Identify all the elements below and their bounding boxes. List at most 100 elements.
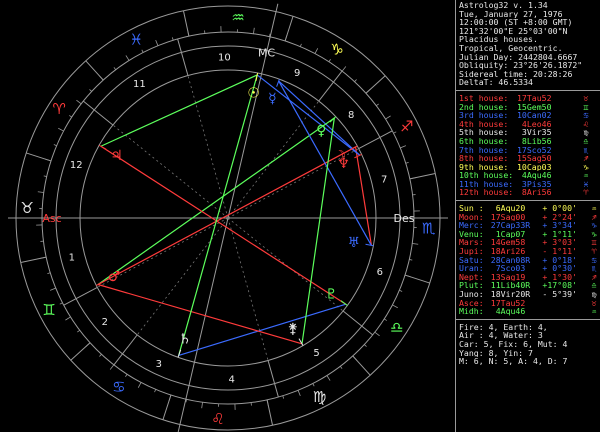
planet-positions-list: Sun : 6Aqu20 + 0°00' ♒ Moon: 17Sag00 + 2°24' ♐… <box>456 203 600 316</box>
house-cusp: 17Sco52 <box>517 145 552 155</box>
planet-row: Uran: 7Sco03 + 0°30' ♏ <box>459 264 600 273</box>
planet-sign-icon: ♒ <box>591 307 597 316</box>
house-cusp: 4Aqu46 <box>517 171 552 180</box>
planet-latitude: - 1°11' <box>542 247 577 256</box>
house-system: Placidus houses. <box>459 35 538 44</box>
degree-tick <box>125 374 128 377</box>
info-panel: Astrolog32 v. 1.34 Tue, January 27, 1976… <box>455 0 600 432</box>
house-number: 2 <box>102 317 108 328</box>
degree-tick <box>339 366 343 369</box>
degree-tick <box>137 382 142 388</box>
house-sign-icon: ♒ <box>583 171 589 180</box>
house-number: 4 <box>228 374 234 385</box>
degree-tick <box>326 375 331 381</box>
degree-tick <box>109 364 115 370</box>
house-number: 12 <box>70 160 83 171</box>
uranus-icon: ♅ <box>347 235 360 251</box>
degree-tick <box>312 383 315 387</box>
house-name: 4th house: <box>459 119 509 129</box>
degree-tick <box>89 89 92 92</box>
zodiac-sign-icon: ♊ <box>42 301 55 319</box>
degree-tick <box>354 79 357 82</box>
zodiac-sign-icon: ♐ <box>400 118 413 136</box>
house-number: 9 <box>294 68 300 79</box>
zodiac-sign-icon: ♋ <box>112 378 125 396</box>
house-name: 3rd house: <box>459 111 509 120</box>
zodiac-sign-icon: ♏ <box>422 219 436 237</box>
neptune-icon: ♆ <box>337 156 350 172</box>
degree-tick <box>341 66 347 72</box>
house-number: 7 <box>381 175 387 186</box>
planet-position: 1Cap07 <box>490 229 526 239</box>
planet-name: Sun : <box>459 204 484 213</box>
house-name: 7th house: <box>459 145 509 155</box>
house-row: 10th house: 4Aqu46 ♒ <box>459 171 600 180</box>
zodiac-sign-icon: ♍ <box>313 388 326 406</box>
zodiac-sign-icon: ♌ <box>211 410 224 428</box>
planet-position: 7Sco03 <box>490 264 526 273</box>
planet-latitude: + 1°30' <box>542 272 577 282</box>
planet-latitude: + 3°34' <box>542 221 577 230</box>
sign-boundary <box>26 152 52 162</box>
house-cusp: 4Leo46 <box>517 119 552 129</box>
planet-position: 17Sag00 <box>490 212 526 222</box>
planet-row: Mars: 14Gem58 + 3°03' ♊ <box>459 238 600 247</box>
degree-tick <box>299 43 302 47</box>
planet-latitude: + 0°18' <box>542 255 577 265</box>
descendant-label: Des <box>394 212 415 225</box>
planet-name: Satu: <box>459 255 484 265</box>
planet-name: Plut: <box>459 281 484 290</box>
ascendant-label: Asc <box>42 212 61 225</box>
planet-position: 18Ari26 <box>490 247 526 256</box>
sign-boundary <box>85 60 104 81</box>
planet-name: Moon: <box>459 212 484 222</box>
planet-position: 14Gem58 <box>490 238 526 248</box>
house-cusp: 17Tau52 <box>517 93 552 103</box>
degree-tick <box>297 390 301 397</box>
summary-elements-1: Fire: 4, Earth: 4, <box>459 322 548 332</box>
zodiac-sign-icon: ♈ <box>52 100 65 118</box>
house-cusp: 8Ari56 <box>517 188 552 198</box>
sun-icon: ☉ <box>247 85 260 101</box>
planet-sign-icon: ♑ <box>591 221 597 230</box>
house-cusp-line <box>358 130 393 150</box>
house-name: 12th house: <box>459 188 514 198</box>
house-number: 5 <box>313 348 319 359</box>
planet-sign-icon: ♐ <box>591 212 597 222</box>
house-cusp-line <box>63 286 98 306</box>
degree-tick <box>47 272 51 275</box>
zodiac-sign-icon: ♒ <box>231 9 244 27</box>
zodiac-sign-icon: ♓ <box>130 30 143 48</box>
house-cusp-line <box>267 360 279 398</box>
house-name: 5th house: <box>459 128 509 137</box>
house-row: 6th house: 8Lib56 ♎ <box>459 137 600 146</box>
degree-tick <box>155 39 159 46</box>
sign-boundary <box>404 274 430 284</box>
degree-tick <box>201 402 203 409</box>
chart-location: 121°32'00"E 25°03'00"N <box>459 26 568 36</box>
planet-row: Asce: 17Tau52 ♉ <box>459 299 600 308</box>
house-name: 6th house: <box>459 136 509 146</box>
planet-latitude: + 3°03' <box>542 238 577 248</box>
house-name: 2nd house: <box>459 102 509 112</box>
sign-boundary <box>20 256 47 264</box>
degree-tick <box>392 304 398 309</box>
aspect-line <box>100 145 347 305</box>
house-sign-icon: ♌ <box>583 119 589 129</box>
house-number: 11 <box>133 79 146 90</box>
degree-tick <box>76 99 82 105</box>
summary-modes: Car: 5, Fix: 6, Mut: 4 <box>459 339 568 349</box>
sign-boundary <box>162 394 172 420</box>
sign-boundary <box>70 342 91 361</box>
degree-tick <box>385 115 391 120</box>
planet-name: Venu: <box>459 229 484 239</box>
degree-tick <box>65 316 71 321</box>
planet-name: Asce: <box>459 298 484 308</box>
planet-position: 27Cap33R <box>490 221 531 230</box>
house-sign-icon: ♊ <box>583 102 589 112</box>
planet-row: Midh: 4Aqu46 ♒ <box>459 307 600 316</box>
aspect-line <box>97 146 356 286</box>
delta-t: DeltaT: 46.5334 <box>459 78 533 87</box>
house-row: 11th house: 3Pis35 ♓ <box>459 180 600 189</box>
saturn-icon: ♄ <box>178 331 191 347</box>
